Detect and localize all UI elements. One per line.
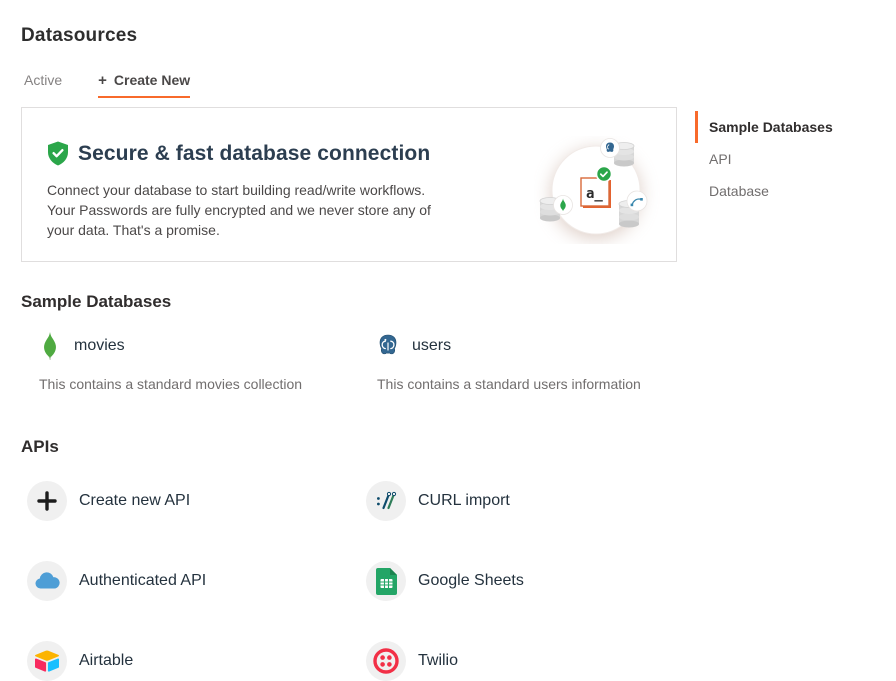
api-item-authenticated-api[interactable]: Authenticated API [27,561,366,601]
postgresql-icon [376,333,400,359]
apis-heading: APIs [21,437,59,457]
banner-description: Connect your database to start building … [47,180,445,240]
twilio-icon [366,641,406,681]
database-connection-illustration: a_ [534,136,666,249]
api-item-curl-import[interactable]: CURL import [366,481,687,521]
api-label: CURL import [418,492,510,510]
mongodb-icon [38,332,62,360]
shield-check-icon [47,141,69,166]
db-item-users[interactable]: users This contains a standard users inf… [376,330,714,392]
api-item-create-new-api[interactable]: Create new API [27,481,366,521]
db-description: This contains a standard users informati… [377,376,714,392]
anchor-nav: Sample Databases API Database [695,111,880,207]
google-sheets-icon [366,561,406,601]
db-name: users [412,337,451,355]
appsmith-icon-text: a_ [586,186,603,202]
curl-icon [366,481,406,521]
postgresql-badge-icon [601,139,620,158]
api-label: Google Sheets [418,572,524,590]
api-label: Create new API [79,492,190,510]
api-label: Authenticated API [79,572,206,590]
banner-title: Secure & fast database connection [78,142,430,166]
tab-create-new[interactable]: +Create New [98,72,190,98]
db-name: movies [74,337,125,355]
sidebar-item-sample-databases[interactable]: Sample Databases [695,111,880,143]
apis-list: Create new API CURL import Authenticated… [27,481,687,681]
plus-icon [27,481,67,521]
api-item-google-sheets[interactable]: Google Sheets [366,561,687,601]
api-item-airtable[interactable]: Airtable [27,641,366,681]
api-item-twilio[interactable]: Twilio [366,641,687,681]
sample-databases-list: movies This contains a standard movies c… [38,330,714,392]
sidebar-item-api[interactable]: API [695,143,880,175]
page-title: Datasources [21,25,137,47]
plus-icon: + [98,72,107,89]
tab-active[interactable]: Active [24,72,62,98]
sample-databases-heading: Sample Databases [21,292,171,312]
api-label: Airtable [79,652,133,670]
api-label: Twilio [418,652,458,670]
mongodb-badge-icon [554,196,573,215]
check-badge-icon [597,167,612,182]
airtable-icon [27,641,67,681]
secure-connection-banner: Secure & fast database connection Connec… [21,107,677,262]
api-bezier-badge-icon [627,191,647,211]
db-description: This contains a standard movies collecti… [39,376,376,392]
datasource-tabs: Active +Create New [24,72,190,98]
cloud-icon [27,561,67,601]
appsmith-icon: a_ [581,178,611,208]
sidebar-item-database[interactable]: Database [695,175,880,207]
db-item-movies[interactable]: movies This contains a standard movies c… [38,330,376,392]
